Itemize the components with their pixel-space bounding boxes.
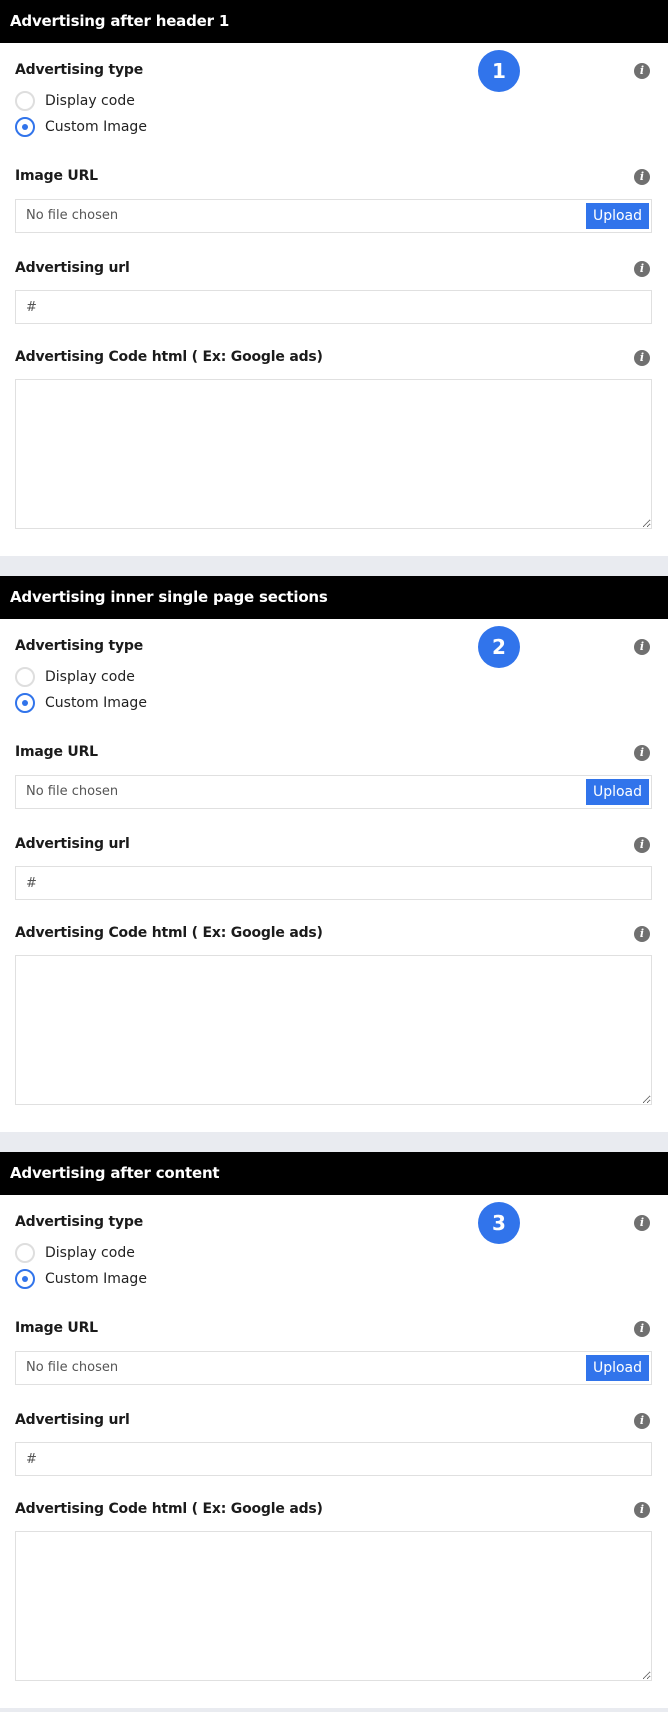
radio-option-display-code[interactable]: Display code bbox=[15, 1242, 135, 1264]
step-badge: 3 bbox=[478, 1202, 520, 1244]
section-divider bbox=[0, 1132, 668, 1152]
file-status-text: No file chosen bbox=[26, 784, 119, 799]
radio-option-custom-image[interactable]: Custom Image bbox=[15, 692, 147, 714]
radio-option-custom-image[interactable]: Custom Image bbox=[15, 1268, 147, 1290]
advertising-code-label: Advertising Code html ( Ex: Google ads) bbox=[15, 349, 323, 365]
advertising-type-label: Advertising type bbox=[15, 638, 144, 654]
image-url-label: Image URL bbox=[15, 168, 98, 184]
radio-label-display-code: Display code bbox=[45, 1245, 135, 1261]
radio-label-display-code: Display code bbox=[45, 669, 135, 685]
radio-button-custom-image[interactable] bbox=[15, 117, 35, 137]
radio-button-custom-image[interactable] bbox=[15, 1269, 35, 1289]
advertising-type-label: Advertising type bbox=[15, 62, 144, 78]
advertising-type-label: Advertising type bbox=[15, 1214, 144, 1230]
ad-section-inner-single-page: Advertising inner single page sections 2… bbox=[0, 576, 668, 1132]
image-url-label: Image URL bbox=[15, 744, 98, 760]
radio-option-display-code[interactable]: Display code bbox=[15, 90, 135, 112]
section-title: Advertising after content bbox=[0, 1152, 668, 1195]
info-icon[interactable]: i bbox=[634, 350, 650, 366]
info-icon[interactable]: i bbox=[634, 1215, 650, 1231]
radio-label-display-code: Display code bbox=[45, 93, 135, 109]
section-divider bbox=[0, 556, 668, 576]
advertising-url-label: Advertising url bbox=[15, 1412, 130, 1428]
ad-section-after-header: Advertising after header 1 1 Advertising… bbox=[0, 0, 668, 556]
step-badge: 1 bbox=[478, 50, 520, 92]
image-file-field: No file chosen Upload bbox=[15, 199, 652, 233]
advertising-url-label: Advertising url bbox=[15, 836, 130, 852]
step-badge: 2 bbox=[478, 626, 520, 668]
section-title: Advertising after header 1 bbox=[0, 0, 668, 43]
upload-button[interactable]: Upload bbox=[586, 1355, 649, 1381]
info-icon[interactable]: i bbox=[634, 745, 650, 761]
advertising-code-textarea[interactable] bbox=[15, 1531, 652, 1681]
radio-button-display-code[interactable] bbox=[15, 91, 35, 111]
radio-option-display-code[interactable]: Display code bbox=[15, 666, 135, 688]
info-icon[interactable]: i bbox=[634, 261, 650, 277]
info-icon[interactable]: i bbox=[634, 639, 650, 655]
info-icon[interactable]: i bbox=[634, 63, 650, 79]
advertising-url-input[interactable] bbox=[15, 1442, 652, 1476]
file-status-text: No file chosen bbox=[26, 1360, 119, 1375]
image-url-label: Image URL bbox=[15, 1320, 98, 1336]
advertising-url-input[interactable] bbox=[15, 866, 652, 900]
info-icon[interactable]: i bbox=[634, 1321, 650, 1337]
info-icon[interactable]: i bbox=[634, 926, 650, 942]
ad-section-after-content: Advertising after content 3 Advertising … bbox=[0, 1152, 668, 1708]
advertising-url-input[interactable] bbox=[15, 290, 652, 324]
info-icon[interactable]: i bbox=[634, 1413, 650, 1429]
radio-button-custom-image[interactable] bbox=[15, 693, 35, 713]
advertising-code-textarea[interactable] bbox=[15, 955, 652, 1105]
info-icon[interactable]: i bbox=[634, 169, 650, 185]
section-title: Advertising inner single page sections bbox=[0, 576, 668, 619]
info-icon[interactable]: i bbox=[634, 837, 650, 853]
radio-label-custom-image: Custom Image bbox=[45, 119, 147, 135]
advertising-url-label: Advertising url bbox=[15, 260, 130, 276]
image-file-field: No file chosen Upload bbox=[15, 775, 652, 809]
advertising-code-textarea[interactable] bbox=[15, 379, 652, 529]
upload-button[interactable]: Upload bbox=[586, 203, 649, 229]
info-icon[interactable]: i bbox=[634, 1502, 650, 1518]
file-status-text: No file chosen bbox=[26, 208, 119, 223]
radio-label-custom-image: Custom Image bbox=[45, 1271, 147, 1287]
upload-button[interactable]: Upload bbox=[586, 779, 649, 805]
advertising-code-label: Advertising Code html ( Ex: Google ads) bbox=[15, 1501, 323, 1517]
radio-button-display-code[interactable] bbox=[15, 667, 35, 687]
radio-label-custom-image: Custom Image bbox=[45, 695, 147, 711]
advertising-code-label: Advertising Code html ( Ex: Google ads) bbox=[15, 925, 323, 941]
radio-button-display-code[interactable] bbox=[15, 1243, 35, 1263]
radio-option-custom-image[interactable]: Custom Image bbox=[15, 116, 147, 138]
image-file-field: No file chosen Upload bbox=[15, 1351, 652, 1385]
